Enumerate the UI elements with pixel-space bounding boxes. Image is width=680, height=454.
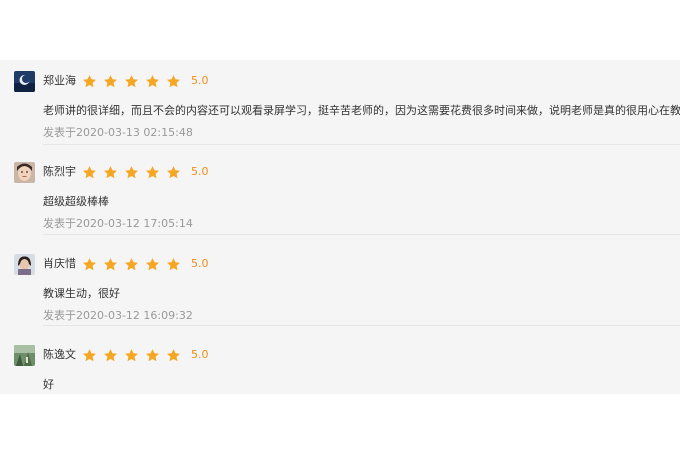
divider xyxy=(43,144,680,145)
star-icon xyxy=(146,74,159,87)
star-icon xyxy=(83,165,96,178)
star-icon xyxy=(104,165,117,178)
divider xyxy=(43,325,680,326)
review-header: 肖庆惜 5.0 xyxy=(14,253,209,275)
star-icon xyxy=(83,348,96,361)
avatar[interactable] xyxy=(14,253,35,275)
avatar[interactable] xyxy=(14,344,35,366)
avatar[interactable] xyxy=(14,70,35,92)
review-header: 陈烈宇 5.0 xyxy=(14,161,209,183)
divider xyxy=(43,234,680,235)
review-content: 老师讲的很详细，而且不会的内容还可以观看录屏学习，挺辛苦老师的，因为这需要花费很… xyxy=(43,104,680,117)
star-icon xyxy=(167,165,180,178)
star-rating xyxy=(82,74,187,89)
star-icon xyxy=(104,74,117,87)
reviewer-name[interactable]: 郑业海 xyxy=(43,70,76,92)
star-icon xyxy=(125,257,138,270)
rating-score: 5.0 xyxy=(191,74,209,87)
star-icon xyxy=(146,257,159,270)
review-header: 陈逸文 5.0 xyxy=(14,344,209,366)
review-list: 郑业海 5.0 老师讲的很详细，而且不会的内容还可以观看录屏学习，挺辛苦老师的，… xyxy=(0,60,680,394)
avatar[interactable] xyxy=(14,161,35,183)
star-rating xyxy=(82,165,187,180)
star-icon xyxy=(146,165,159,178)
star-icon xyxy=(125,348,138,361)
review-content: 好 xyxy=(43,378,54,391)
star-icon xyxy=(104,257,117,270)
reviewer-name[interactable]: 陈逸文 xyxy=(43,344,76,366)
star-icon xyxy=(167,257,180,270)
review-header: 郑业海 5.0 xyxy=(14,70,209,92)
star-icon xyxy=(146,348,159,361)
star-icon xyxy=(125,165,138,178)
star-rating xyxy=(82,257,187,272)
reviewer-name[interactable]: 肖庆惜 xyxy=(43,253,76,275)
review-content: 教课生动，很好 xyxy=(43,287,120,300)
review-time: 发表于2020-03-12 17:05:14 xyxy=(43,217,193,230)
star-icon xyxy=(104,348,117,361)
star-icon xyxy=(167,74,180,87)
rating-score: 5.0 xyxy=(191,257,209,270)
review-content: 超级超级棒棒 xyxy=(43,195,109,208)
star-icon xyxy=(83,74,96,87)
star-rating xyxy=(82,348,187,363)
review-time: 发表于2020-03-13 02:15:48 xyxy=(43,126,193,139)
rating-score: 5.0 xyxy=(191,348,209,361)
star-icon xyxy=(125,74,138,87)
star-icon xyxy=(167,348,180,361)
review-time: 发表于2020-03-12 16:09:32 xyxy=(43,309,193,322)
rating-score: 5.0 xyxy=(191,165,209,178)
star-icon xyxy=(83,257,96,270)
reviewer-name[interactable]: 陈烈宇 xyxy=(43,161,76,183)
